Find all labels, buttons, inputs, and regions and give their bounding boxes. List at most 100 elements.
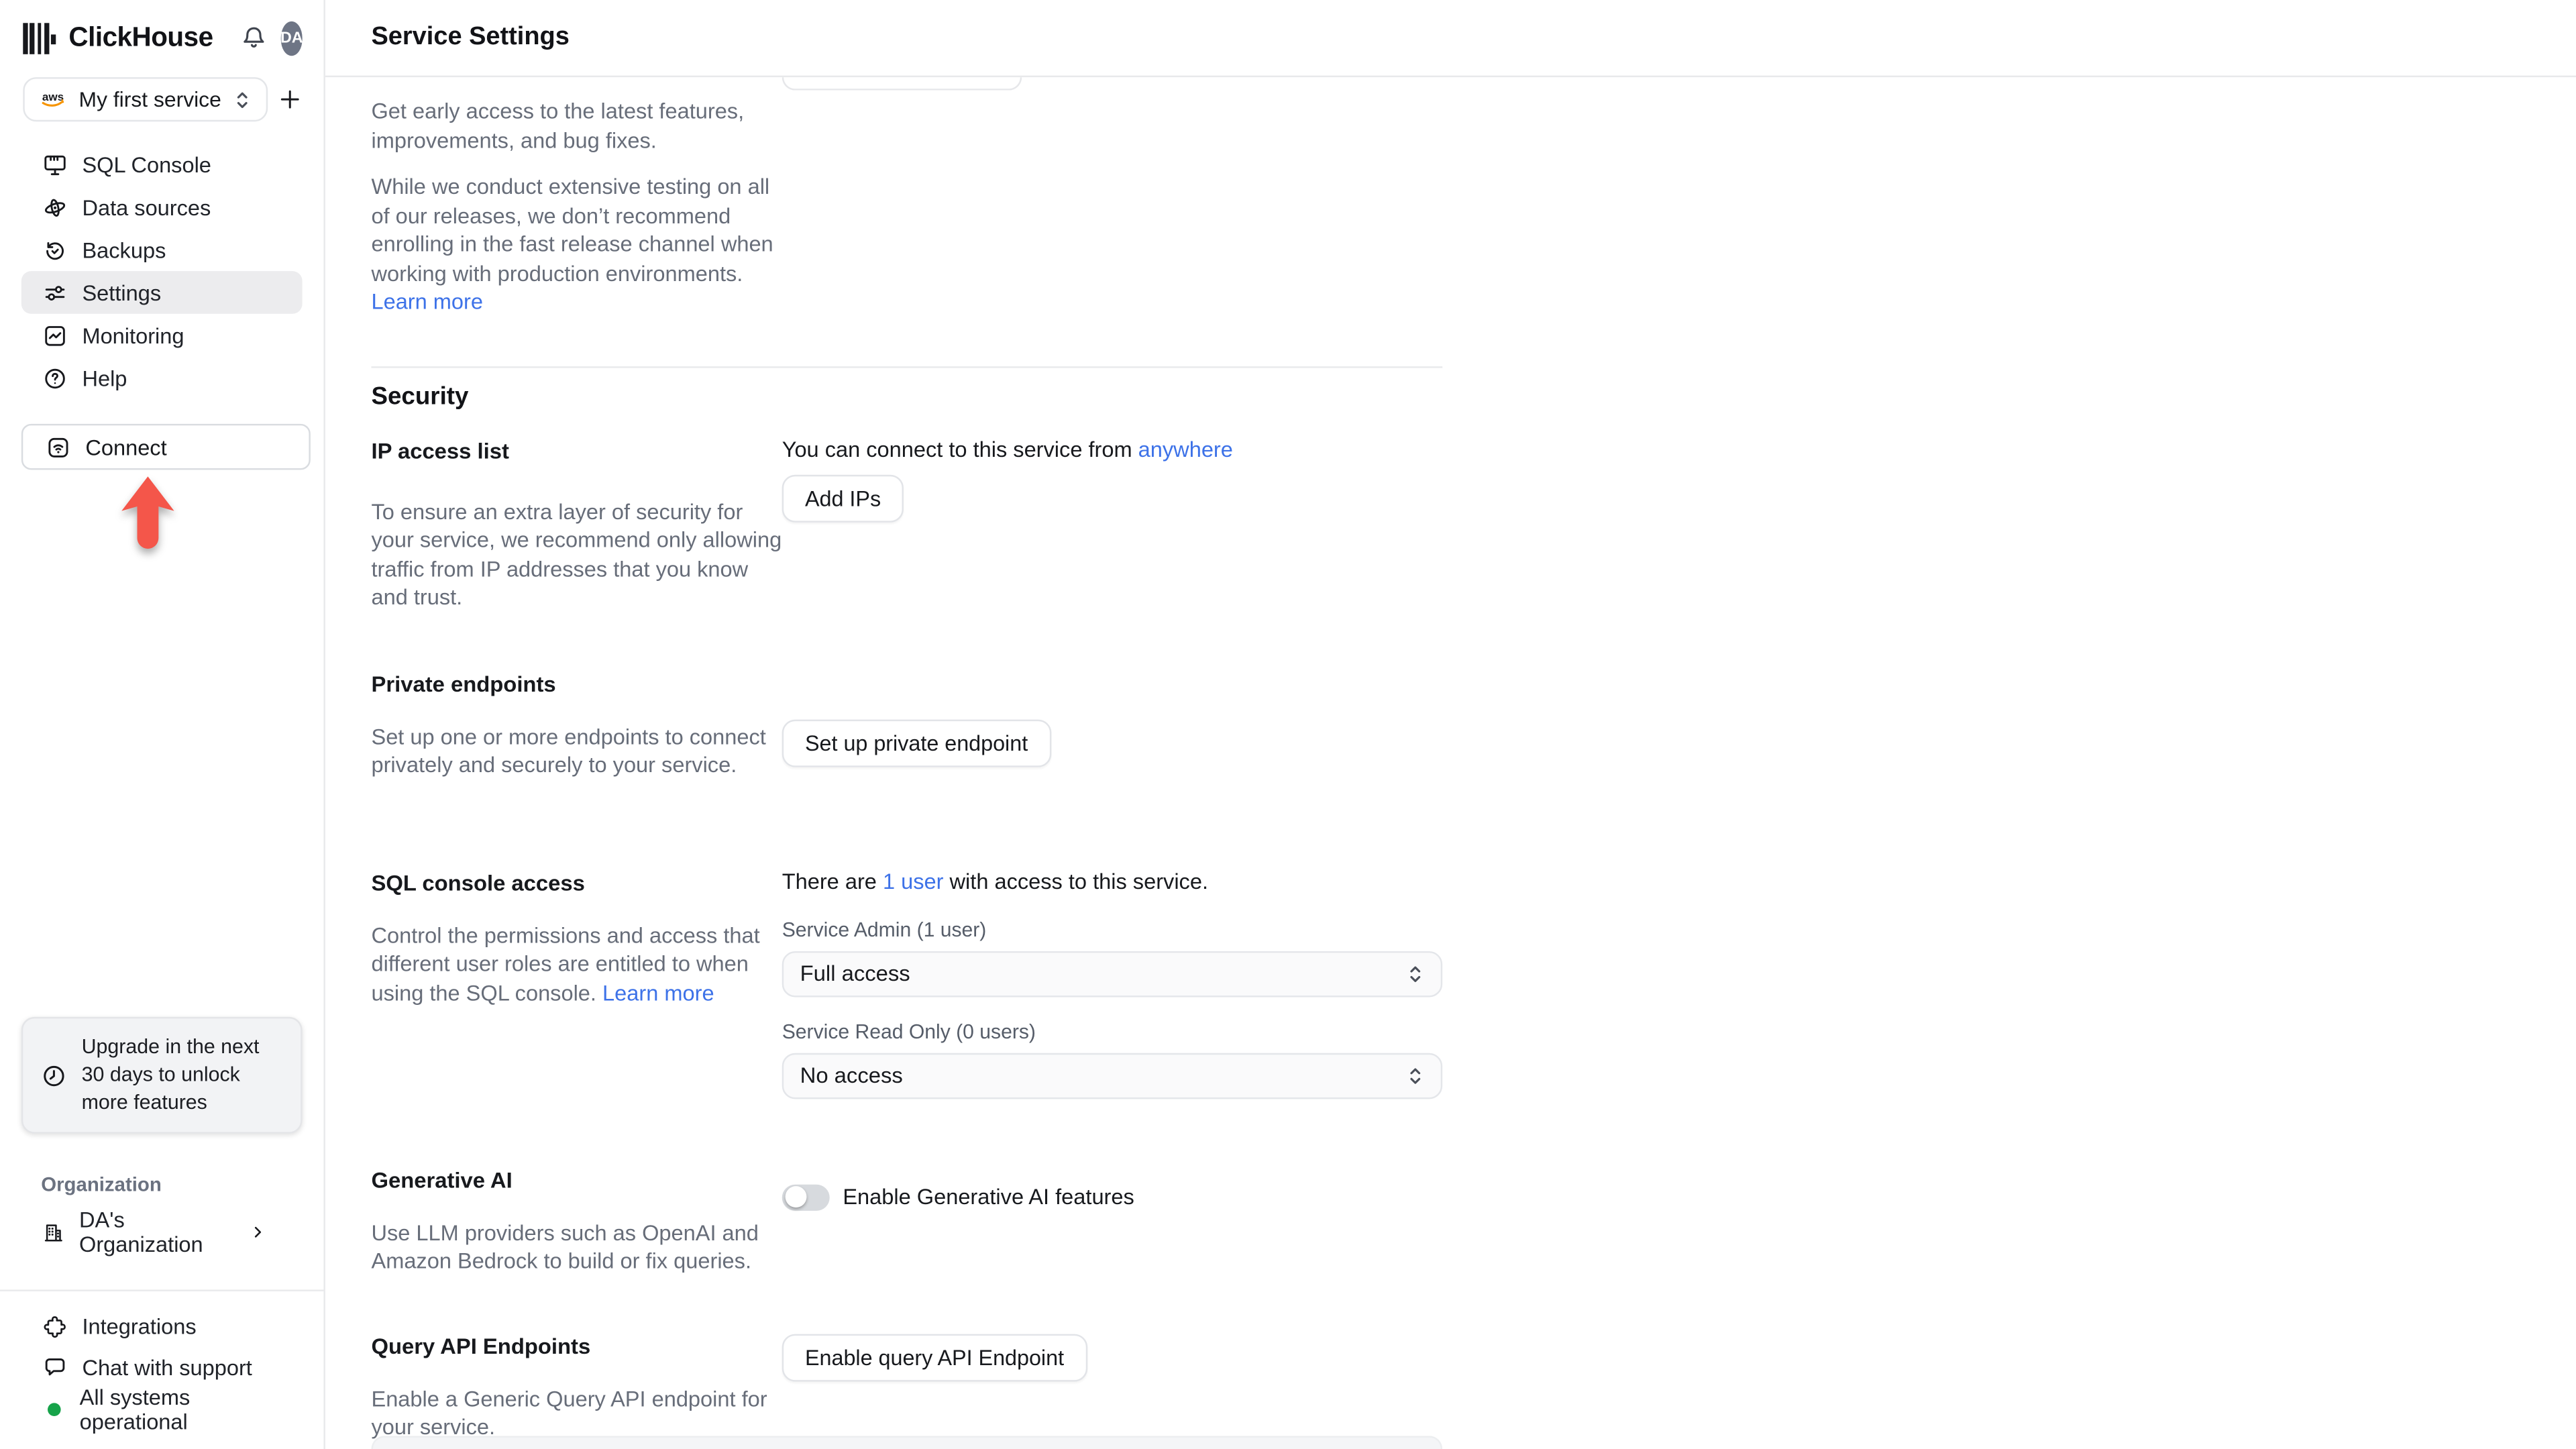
system-status-row[interactable]: All systems operational bbox=[21, 1384, 303, 1434]
summary-prefix: There are bbox=[782, 868, 883, 894]
organization-name: DA's Organization bbox=[79, 1208, 203, 1257]
nav-label: Data sources bbox=[82, 195, 211, 219]
ip-access-status: You can connect to this service from any… bbox=[782, 436, 1442, 461]
service-admin-value: Full access bbox=[800, 961, 910, 986]
service-admin-select[interactable]: Full access bbox=[782, 950, 1443, 997]
svg-text:aws: aws bbox=[42, 91, 64, 103]
ip-access-section: IP access list To ensure an extra layer … bbox=[371, 436, 1488, 643]
help-icon bbox=[45, 368, 65, 388]
sql-console-access-title: SQL console access bbox=[371, 869, 585, 895]
section-divider bbox=[371, 365, 1443, 368]
sidebar-footer: Integrations Chat with support All syste… bbox=[0, 1291, 323, 1449]
service-admin-label: Service Admin (1 user) bbox=[782, 917, 987, 941]
chat-bubble-icon bbox=[45, 1358, 65, 1376]
footer-label: All systems operational bbox=[79, 1384, 191, 1434]
settings-content: Get early access to the latest features,… bbox=[325, 77, 1489, 1442]
page-title: Service Settings bbox=[371, 23, 570, 51]
page-header: Service Settings bbox=[325, 0, 2576, 78]
sidebar-nav: SQL Console Data sources Backups Setting… bbox=[0, 143, 323, 399]
sql-console-access-description: Control the permissions and access that … bbox=[371, 921, 782, 1008]
private-endpoints-title: Private endpoints bbox=[371, 671, 556, 696]
connect-icon bbox=[48, 437, 68, 457]
add-service-button[interactable] bbox=[277, 83, 302, 116]
integrations-puzzle-icon bbox=[44, 1316, 66, 1338]
service-selector-label: My first service bbox=[78, 87, 221, 112]
release-paragraph-2: While we conduct extensive testing on al… bbox=[371, 172, 782, 316]
service-readonly-label: Service Read Only (0 users) bbox=[782, 1019, 1036, 1042]
monitoring-icon bbox=[45, 325, 65, 345]
sql-console-icon bbox=[44, 154, 66, 174]
avatar[interactable]: DA bbox=[280, 21, 303, 56]
query-api-title: Query API Endpoints bbox=[371, 1333, 591, 1358]
add-ips-button[interactable]: Add IPs bbox=[782, 474, 904, 522]
sql-learn-more-link[interactable]: Learn more bbox=[602, 980, 714, 1005]
sidebar-item-monitoring[interactable]: Monitoring bbox=[21, 314, 303, 357]
nav-label: SQL Console bbox=[82, 152, 211, 177]
sidebar-item-chat-support[interactable]: Chat with support bbox=[21, 1347, 303, 1388]
setup-private-endpoint-button[interactable]: Set up private endpoint bbox=[782, 718, 1051, 767]
organization-building-icon bbox=[44, 1224, 62, 1241]
app: ClickHouse DA aws My first service SQL C… bbox=[0, 0, 2576, 1449]
ip-access-title: IP access list bbox=[371, 437, 509, 463]
query-api-description: Enable a Generic Query API endpoint for … bbox=[371, 1385, 767, 1440]
sidebar-header: ClickHouse DA bbox=[0, 0, 323, 72]
service-readonly-value: No access bbox=[800, 1063, 903, 1088]
query-api-section: Query API Endpoints Enable a Generic Que… bbox=[371, 1333, 1488, 1442]
footer-label: Chat with support bbox=[82, 1355, 252, 1381]
organization-section-label: Organization bbox=[41, 1173, 162, 1196]
settings-icon bbox=[45, 285, 65, 300]
service-selector-row: aws My first service bbox=[23, 77, 302, 122]
sql-console-access-section: SQL console access Control the permissio… bbox=[371, 868, 1488, 1140]
chevron-updown-icon bbox=[1410, 1067, 1421, 1083]
organization-row[interactable]: DA's Organization bbox=[21, 1208, 303, 1257]
red-pointer-arrow bbox=[118, 475, 177, 551]
clickhouse-logo-icon bbox=[23, 23, 56, 54]
chevron-updown-icon bbox=[237, 91, 247, 107]
sql-access-summary: There are 1 user with access to this ser… bbox=[782, 868, 1442, 894]
service-selector[interactable]: aws My first service bbox=[23, 77, 268, 122]
status-ok-dot-icon bbox=[47, 1402, 60, 1415]
service-readonly-select[interactable]: No access bbox=[782, 1052, 1443, 1099]
summary-suffix: with access to this service. bbox=[943, 868, 1209, 894]
sidebar-item-backups[interactable]: Backups bbox=[21, 228, 303, 271]
release-learn-more-link[interactable]: Learn more bbox=[371, 289, 483, 314]
aws-logo-icon: aws bbox=[42, 91, 64, 107]
security-heading: Security bbox=[371, 382, 469, 411]
sidebar-item-sql-console[interactable]: SQL Console bbox=[21, 143, 303, 186]
data-sources-icon bbox=[44, 198, 66, 216]
notifications-bell-icon[interactable] bbox=[239, 25, 268, 53]
sidebar-item-data-sources[interactable]: Data sources bbox=[21, 186, 303, 229]
sidebar-item-integrations[interactable]: Integrations bbox=[21, 1306, 303, 1347]
ip-access-status-text: You can connect to this service from bbox=[782, 436, 1138, 461]
generative-ai-title: Generative AI bbox=[371, 1167, 513, 1192]
footer-label: Integrations bbox=[82, 1314, 197, 1339]
clock-icon bbox=[44, 1065, 64, 1086]
private-endpoints-description: Set up one or more endpoints to connect … bbox=[371, 723, 766, 777]
nav-label: Help bbox=[82, 365, 127, 390]
nav-label: Settings bbox=[82, 280, 162, 305]
scrolled-select-remnant bbox=[782, 77, 1022, 91]
brand-title: ClickHouse bbox=[68, 23, 213, 53]
enable-query-api-button[interactable]: Enable query API Endpoint bbox=[782, 1333, 1087, 1381]
main-content: Service Settings Get early access to the… bbox=[325, 0, 2576, 1449]
sidebar: ClickHouse DA aws My first service SQL C… bbox=[0, 0, 325, 1449]
backups-icon bbox=[46, 241, 64, 259]
generative-ai-section: Generative AI Use LLM providers such as … bbox=[371, 1167, 1488, 1305]
anywhere-link[interactable]: anywhere bbox=[1138, 436, 1233, 461]
generative-ai-toggle[interactable] bbox=[782, 1183, 830, 1210]
generative-ai-description: Use LLM providers such as OpenAI and Ama… bbox=[371, 1220, 759, 1273]
one-user-link[interactable]: 1 user bbox=[883, 868, 944, 893]
ip-access-description: To ensure an extra layer of security for… bbox=[371, 498, 782, 610]
connect-button[interactable]: Connect bbox=[21, 423, 311, 470]
upgrade-notice[interactable]: Upgrade in the next 30 days to unlock mo… bbox=[21, 1016, 303, 1134]
chevron-updown-icon bbox=[1410, 965, 1421, 981]
nav-label: Backups bbox=[82, 237, 166, 262]
upgrade-notice-text: Upgrade in the next 30 days to unlock mo… bbox=[81, 1034, 260, 1114]
nav-label: Monitoring bbox=[82, 323, 184, 347]
release-paragraph-2-text: While we conduct extensive testing on al… bbox=[371, 174, 773, 285]
private-endpoints-section: Private endpoints Set up one or more end… bbox=[371, 671, 1488, 842]
sidebar-item-settings[interactable]: Settings bbox=[21, 271, 303, 314]
next-section-peek bbox=[371, 1436, 1443, 1449]
sidebar-item-help[interactable]: Help bbox=[21, 356, 303, 399]
chevron-right-icon bbox=[248, 1222, 268, 1242]
